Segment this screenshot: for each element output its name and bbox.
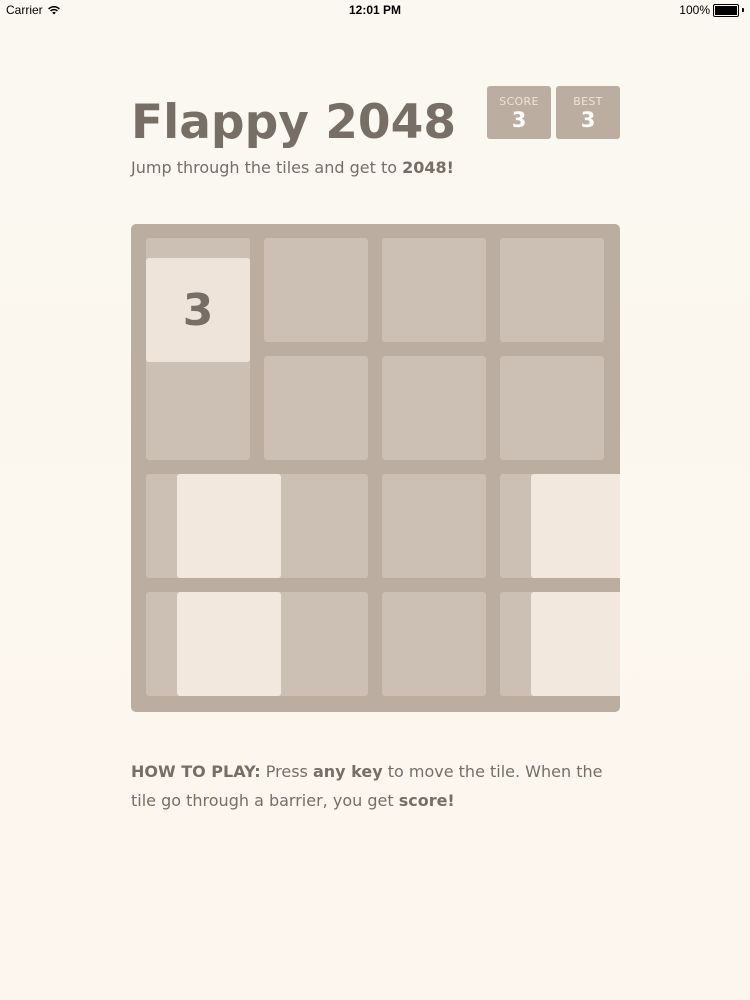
- barrier-tile: [531, 474, 620, 578]
- grid-cell: [264, 356, 368, 460]
- grid-cell: [382, 238, 486, 342]
- how-to-play-label: HOW TO PLAY:: [131, 762, 261, 781]
- grid-cell: [382, 356, 486, 460]
- barrier-tile: [531, 592, 620, 696]
- battery-indicator: 100%: [679, 3, 744, 17]
- intro-goal: 2048!: [402, 158, 454, 177]
- score-box: SCORE 3: [487, 86, 551, 139]
- intro-text: Jump through the tiles and get to: [131, 158, 403, 177]
- score-label: SCORE: [499, 95, 539, 108]
- best-score-box: BEST 3: [556, 86, 620, 139]
- score-value: 3: [511, 108, 527, 132]
- game-title: Flappy 2048: [131, 95, 457, 150]
- status-time: 12:01 PM: [348, 3, 402, 17]
- grid-cell: [146, 356, 250, 460]
- how-to-play-score: score!: [398, 791, 455, 810]
- barrier-tile: [177, 592, 281, 696]
- battery-icon: [713, 3, 739, 17]
- grid-cell: [382, 474, 486, 578]
- best-value: 3: [580, 108, 596, 132]
- grid-cell: [264, 238, 368, 342]
- best-label: BEST: [573, 95, 603, 108]
- game-intro: Jump through the tiles and get to 2048!: [131, 158, 454, 177]
- how-to-play: HOW TO PLAY: Press any key to move the t…: [131, 757, 620, 815]
- grid-cell: [382, 592, 486, 696]
- how-to-play-text-1: Press: [260, 762, 313, 781]
- grid-cell: [500, 238, 604, 342]
- player-tile: 3: [146, 258, 250, 362]
- battery-percent: 100%: [679, 3, 710, 17]
- status-bar: Carrier 12:01 PM 100%: [0, 0, 750, 20]
- game-board[interactable]: 3: [131, 224, 620, 712]
- barrier-tile: [177, 474, 281, 578]
- grid-cell: [500, 356, 604, 460]
- how-to-play-key: any key: [312, 762, 383, 781]
